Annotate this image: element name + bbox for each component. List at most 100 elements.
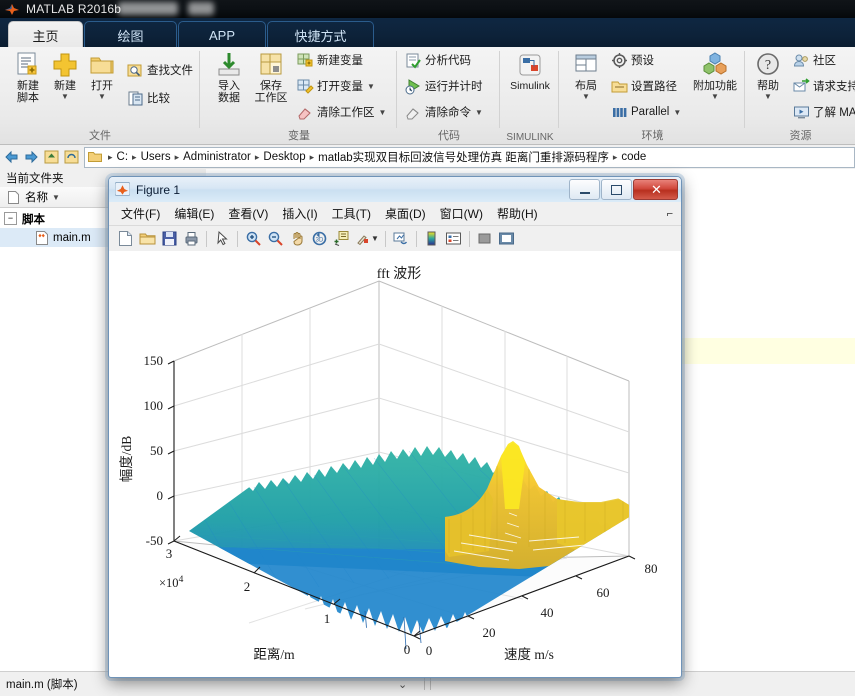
parallel-label: Parallel bbox=[631, 106, 670, 118]
menu-desktop[interactable]: 桌面(D) bbox=[385, 205, 426, 222]
layout-caret-icon[interactable]: ▼ bbox=[564, 92, 608, 101]
minimize-button[interactable] bbox=[569, 179, 600, 200]
close-button[interactable]: ✕ bbox=[633, 179, 678, 200]
breadcrumb-5[interactable]: code bbox=[621, 151, 646, 163]
hide-plot-tools-icon[interactable] bbox=[474, 228, 496, 249]
chart-title: fft 波形 bbox=[377, 266, 421, 282]
tab-home[interactable]: 主页 bbox=[8, 21, 83, 49]
open-variable-caret-icon[interactable]: ▼ bbox=[367, 82, 375, 91]
ribbon-group-file: 新建 脚本 新建 ▼ 打开 ▼ 查找文件 比较 文件 bbox=[0, 47, 200, 144]
brush-caret-icon[interactable]: ▼ bbox=[371, 234, 379, 243]
breadcrumb-0[interactable]: C: bbox=[117, 151, 129, 163]
set-path-label: 设置路径 bbox=[631, 81, 677, 93]
file-icon bbox=[8, 190, 19, 204]
layout-button[interactable]: 布局 ▼ bbox=[564, 50, 608, 101]
tab-apps[interactable]: APP bbox=[178, 21, 266, 49]
breadcrumb-4[interactable]: matlab实现双目标回波信号处理仿真 距离门重排源码程序 bbox=[318, 149, 609, 165]
save-workspace-button[interactable]: 保存 工作区 bbox=[249, 50, 293, 104]
zoom-in-icon[interactable] bbox=[242, 228, 264, 249]
show-plot-tools-icon[interactable] bbox=[496, 228, 518, 249]
ribbon-group-code: 分析代码 运行并计时 清除命令 ▼ 代码 bbox=[398, 47, 500, 144]
back-arrow-icon[interactable] bbox=[3, 149, 20, 166]
menu-view[interactable]: 查看(V) bbox=[228, 205, 268, 222]
forward-arrow-icon[interactable] bbox=[23, 149, 40, 166]
parallel-caret-icon[interactable]: ▼ bbox=[673, 108, 681, 117]
run-and-time-label: 运行并计时 bbox=[425, 81, 483, 93]
menu-window[interactable]: 窗口(W) bbox=[440, 205, 483, 222]
set-path-button[interactable]: 设置路径 bbox=[610, 75, 677, 97]
pan-hand-icon[interactable] bbox=[286, 228, 308, 249]
request-support-button[interactable]: 请求支持 bbox=[792, 75, 855, 97]
refresh-icon[interactable] bbox=[63, 149, 80, 166]
add-ons-caret-icon[interactable]: ▼ bbox=[693, 92, 737, 101]
open-button[interactable]: 打开 ▼ bbox=[80, 50, 124, 101]
expander-icon[interactable]: − bbox=[4, 212, 17, 225]
breadcrumb-3[interactable]: Desktop bbox=[263, 151, 305, 163]
menu-edit[interactable]: 编辑(E) bbox=[174, 205, 214, 222]
open-variable-button[interactable]: 打开变量 ▼ bbox=[296, 75, 375, 97]
clear-commands-button[interactable]: 清除命令 ▼ bbox=[404, 101, 483, 123]
sort-caret-icon[interactable]: ▼ bbox=[52, 193, 60, 202]
toolbar-separator bbox=[237, 230, 238, 247]
find-files-button[interactable]: 查找文件 bbox=[126, 59, 193, 81]
colorbar-icon[interactable] bbox=[421, 228, 443, 249]
clear-workspace-button[interactable]: 清除工作区 ▼ bbox=[296, 101, 386, 123]
help-button[interactable]: ? 帮助 ▼ bbox=[746, 50, 790, 101]
maximize-button[interactable] bbox=[601, 179, 632, 200]
dock-figure-icon[interactable]: ⌐ bbox=[667, 208, 673, 220]
x-exponent-power: 4 bbox=[179, 575, 184, 585]
up-folder-icon[interactable] bbox=[43, 149, 60, 166]
path-breadcrumb-bar[interactable]: ▸ C: ▸ Users ▸ Administrator ▸ Desktop ▸… bbox=[84, 146, 855, 168]
compare-button[interactable]: 比较 bbox=[126, 87, 170, 109]
print-figure-icon[interactable] bbox=[180, 228, 202, 249]
figure-window[interactable]: Figure 1 ✕ 文件(F) 编辑(E) 查看(V) 插入(I) 工具(T)… bbox=[108, 176, 682, 678]
breadcrumb-2[interactable]: Administrator bbox=[183, 151, 251, 163]
x-tick-0: 0 bbox=[404, 642, 411, 657]
ribbon-group-file-label: 文件 bbox=[89, 130, 111, 142]
tab-shortcuts[interactable]: 快捷方式 bbox=[267, 21, 374, 49]
zoom-out-icon[interactable] bbox=[264, 228, 286, 249]
learn-matlab-button[interactable]: 了解 MA bbox=[792, 101, 855, 123]
run-and-time-button[interactable]: 运行并计时 bbox=[404, 75, 483, 97]
chevron-down-icon[interactable]: ⌄ bbox=[398, 678, 407, 691]
new-figure-icon[interactable] bbox=[114, 228, 136, 249]
close-icon: ✕ bbox=[651, 182, 662, 197]
rotate-3d-icon[interactable]: 3D bbox=[308, 228, 330, 249]
y-tick-80: 80 bbox=[645, 561, 658, 576]
clear-workspace-caret-icon[interactable]: ▼ bbox=[379, 108, 387, 117]
address-bar: ▸ C: ▸ Users ▸ Administrator ▸ Desktop ▸… bbox=[0, 145, 855, 170]
tab-apps-label: APP bbox=[208, 28, 235, 43]
tree-group-scripts[interactable]: − 脚本 bbox=[4, 209, 45, 228]
breadcrumb-separator: ▸ bbox=[309, 151, 315, 162]
simulink-button[interactable]: Simulink bbox=[508, 50, 552, 92]
pointer-select-icon[interactable] bbox=[211, 228, 233, 249]
clear-commands-caret-icon[interactable]: ▼ bbox=[475, 108, 483, 117]
import-data-button[interactable]: 导入 数据 bbox=[207, 50, 251, 104]
figure-titlebar[interactable]: Figure 1 ✕ bbox=[109, 177, 681, 202]
breadcrumb-1[interactable]: Users bbox=[141, 151, 171, 163]
analyze-code-button[interactable]: 分析代码 bbox=[404, 49, 471, 71]
new-variable-button[interactable]: 新建变量 bbox=[296, 49, 363, 71]
add-ons-button[interactable]: 附加功能 ▼ bbox=[693, 50, 737, 101]
data-cursor-icon[interactable] bbox=[330, 228, 352, 249]
figure-axes-canvas[interactable]: fft 波形 150 100 50 0 -50 幅度/dB 3 2 1 0 ×1… bbox=[109, 251, 681, 677]
link-plot-icon[interactable] bbox=[390, 228, 412, 249]
legend-icon[interactable] bbox=[443, 228, 465, 249]
open-caret-icon[interactable]: ▼ bbox=[80, 92, 124, 101]
preferences-button[interactable]: 预设 bbox=[610, 49, 654, 71]
matlab-icon bbox=[4, 2, 20, 16]
menu-insert[interactable]: 插入(I) bbox=[282, 205, 317, 222]
menu-file[interactable]: 文件(F) bbox=[121, 205, 160, 222]
add-ons-label: 附加功能 bbox=[693, 80, 737, 92]
z-tick-150: 150 bbox=[144, 353, 164, 368]
parallel-button[interactable]: Parallel ▼ bbox=[610, 101, 681, 123]
menu-tools[interactable]: 工具(T) bbox=[332, 205, 371, 222]
tab-plots[interactable]: 绘图 bbox=[84, 21, 177, 49]
save-figure-icon[interactable] bbox=[158, 228, 180, 249]
community-button[interactable]: 社区 bbox=[792, 49, 836, 71]
menu-help[interactable]: 帮助(H) bbox=[497, 205, 538, 222]
ribbon-tabstrip: 主页 绘图 APP 快捷方式 bbox=[0, 18, 855, 49]
open-file-icon[interactable] bbox=[136, 228, 158, 249]
tab-home-label: 主页 bbox=[32, 29, 59, 44]
help-caret-icon[interactable]: ▼ bbox=[746, 92, 790, 101]
